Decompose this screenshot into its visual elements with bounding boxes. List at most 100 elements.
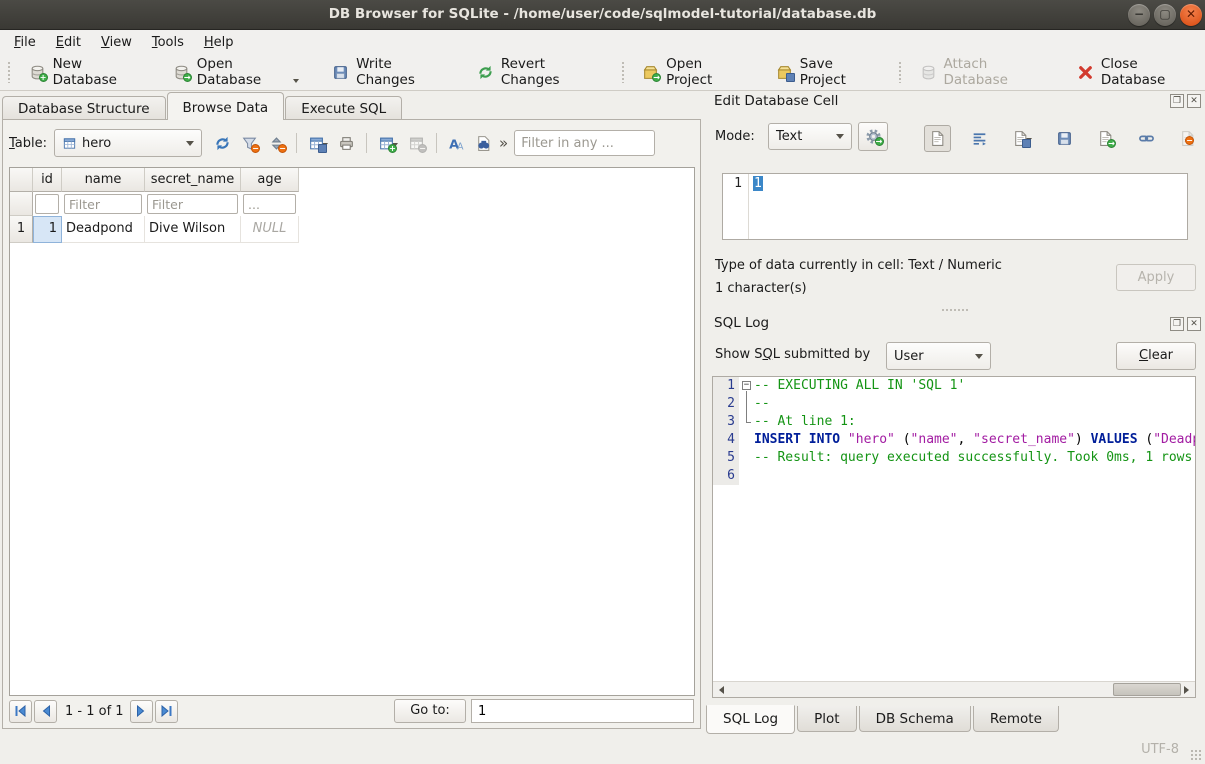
export-cell-data-button[interactable]: [1052, 126, 1077, 151]
table-label: Table:: [9, 136, 47, 151]
open-database-dropdown-icon[interactable]: [293, 79, 299, 83]
mode-label: Mode:: [715, 129, 755, 144]
cell-editor[interactable]: 1 1: [722, 173, 1188, 240]
first-page-button[interactable]: [9, 700, 32, 723]
close-dock-icon[interactable]: ✕: [1187, 317, 1201, 331]
import-icon: [1012, 130, 1029, 147]
scroll-left-icon[interactable]: [714, 683, 729, 697]
log-line: 5-- Result: query executed successfully.…: [713, 449, 1195, 467]
cell-id[interactable]: 1: [33, 216, 62, 243]
record-range-label: 1 - 1 of 1: [65, 704, 124, 719]
scrollbar-thumb[interactable]: [1113, 683, 1180, 696]
grid-header-row: id name secret_name age: [10, 168, 694, 192]
column-header-secret-name[interactable]: secret_name: [145, 168, 241, 192]
edit-display-format-button[interactable]: [448, 135, 465, 152]
column-header-age[interactable]: age: [241, 168, 299, 192]
save-project-icon: [776, 64, 793, 81]
save-project-button[interactable]: Save Project: [766, 49, 884, 95]
resize-grip-icon[interactable]: [1190, 749, 1202, 761]
tab-database-structure[interactable]: Database Structure: [2, 96, 166, 120]
cell-name[interactable]: Deadpond: [62, 216, 145, 243]
status-bar: UTF-8: [0, 736, 1205, 764]
tab-plot[interactable]: Plot: [797, 706, 856, 732]
cell-age[interactable]: NULL: [241, 216, 299, 243]
insert-record-button[interactable]: +: [378, 135, 398, 152]
dock-splitter[interactable]: [706, 306, 1203, 314]
sql-log-hscrollbar[interactable]: [713, 681, 1195, 697]
filter-input-id[interactable]: [35, 194, 59, 214]
browse-toolbar: Table: hero − − + − »: [3, 128, 700, 158]
clear-filters-button[interactable]: −: [241, 135, 258, 152]
scroll-right-icon[interactable]: [1179, 683, 1194, 697]
sql-log-dock-title: SQL Log: [714, 315, 769, 331]
new-database-button[interactable]: + New Database: [19, 49, 150, 95]
link-button[interactable]: [1134, 126, 1159, 151]
filter-any-column-input[interactable]: [514, 130, 655, 156]
open-database-button[interactable]: → Open Database: [163, 49, 310, 95]
float-dock-icon[interactable]: ❐: [1170, 317, 1184, 331]
text-view-button[interactable]: [924, 125, 951, 152]
set-null-button[interactable]: −: [1175, 126, 1200, 151]
apply-button: Apply: [1116, 264, 1196, 291]
close-button[interactable]: ✕: [1180, 4, 1202, 26]
tab-sql-log[interactable]: SQL Log: [706, 705, 795, 734]
sql-log-dock-controls: ❐ ✕: [1170, 317, 1201, 331]
filter-input-name[interactable]: [64, 194, 142, 214]
last-page-button[interactable]: [155, 700, 178, 723]
edit-cell-dock-title: Edit Database Cell: [714, 93, 838, 109]
auto-switch-mode-button[interactable]: →: [858, 122, 888, 151]
goto-button[interactable]: Go to:: [394, 699, 466, 723]
open-database-icon: →: [173, 64, 190, 81]
maximize-icon: ▢: [1159, 7, 1170, 21]
column-header-name[interactable]: name: [62, 168, 145, 192]
log-line: 4INSERT INTO "hero" ("name", "secret_nam…: [713, 431, 1195, 449]
tab-remote[interactable]: Remote: [973, 706, 1059, 732]
toolbar-drag-handle[interactable]: [898, 61, 903, 83]
clear-sorting-button[interactable]: −: [268, 135, 285, 152]
clear-log-button[interactable]: Clear: [1116, 342, 1196, 370]
set-null-icon: −: [1179, 130, 1196, 147]
document-icon: [929, 130, 946, 147]
table-selector[interactable]: hero: [54, 129, 202, 157]
float-dock-icon[interactable]: ❐: [1170, 94, 1184, 108]
grid-corner: [10, 168, 33, 192]
cell-secret-name[interactable]: Dive Wilson: [145, 216, 241, 243]
word-wrap-icon: [971, 130, 988, 147]
titlebar[interactable]: DB Browser for SQLite - /home/user/code/…: [0, 0, 1205, 30]
column-header-id[interactable]: id: [33, 168, 62, 192]
word-wrap-button[interactable]: [967, 126, 992, 151]
row-number[interactable]: 1: [10, 216, 33, 243]
filter-input-age[interactable]: [243, 194, 296, 214]
toolbar-drag-handle[interactable]: [7, 61, 12, 83]
fold-collapse-icon[interactable]: −: [742, 381, 751, 390]
tab-execute-sql[interactable]: Execute SQL: [285, 96, 402, 120]
tab-browse-data[interactable]: Browse Data: [167, 92, 285, 120]
export-table-button[interactable]: [308, 135, 328, 152]
print-table-button[interactable]: [338, 135, 355, 152]
find-in-table-button[interactable]: [475, 135, 492, 152]
import-cell-data-button[interactable]: [1008, 126, 1036, 151]
close-dock-icon[interactable]: ✕: [1187, 94, 1201, 108]
tab-db-schema[interactable]: DB Schema: [859, 706, 971, 732]
table-row: 1 1 Deadpond Dive Wilson NULL: [10, 216, 694, 243]
encoding-indicator[interactable]: UTF-8: [1141, 742, 1179, 757]
refresh-table-button[interactable]: [214, 135, 231, 152]
open-project-button[interactable]: → Open Project: [632, 49, 753, 95]
open-in-external-button[interactable]: →: [1093, 126, 1118, 151]
minimize-button[interactable]: −: [1128, 4, 1150, 26]
close-database-button[interactable]: Close Database: [1067, 49, 1205, 95]
sql-source-selector[interactable]: User: [886, 342, 991, 370]
previous-page-button[interactable]: [34, 700, 57, 723]
revert-changes-button[interactable]: Revert Changes: [467, 49, 607, 95]
toolbar-drag-handle[interactable]: [621, 61, 626, 83]
next-page-button[interactable]: [130, 700, 153, 723]
cell-editor-content[interactable]: 1: [753, 176, 763, 191]
maximize-button[interactable]: ▢: [1154, 4, 1176, 26]
mode-selector[interactable]: Text: [768, 123, 852, 150]
filter-input-secret-name[interactable]: [147, 194, 238, 214]
write-changes-button[interactable]: Write Changes: [322, 49, 454, 95]
goto-input[interactable]: [471, 699, 694, 723]
toolbar-overflow-icon[interactable]: »: [499, 134, 508, 152]
sql-log-view[interactable]: 1−-- EXECUTING ALL IN 'SQL 1'2--3-- At l…: [712, 376, 1196, 698]
cell-editor-toolbar: → −: [924, 125, 1197, 152]
